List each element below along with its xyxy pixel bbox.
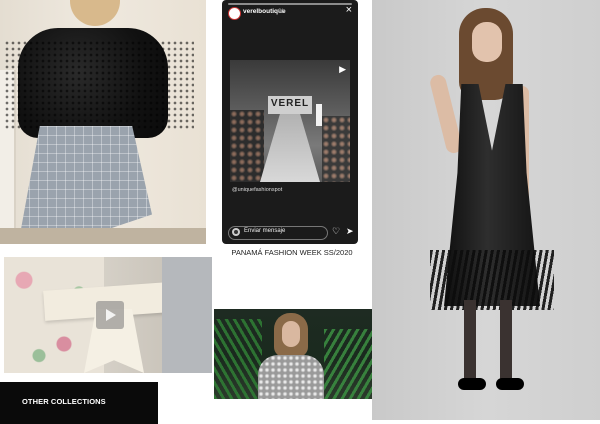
- black-heel-left: [458, 378, 486, 390]
- story-mention[interactable]: @uniquefashionspot: [232, 187, 282, 193]
- other-collections-button[interactable]: OTHER COLLECTIONS: [0, 382, 158, 424]
- runway-model-photo[interactable]: [214, 309, 372, 399]
- camera-icon[interactable]: [232, 228, 240, 236]
- model-face: [282, 321, 300, 347]
- model-face: [472, 22, 502, 62]
- runway-screen-text: VEREL: [270, 98, 310, 109]
- embroidered-fabric-video[interactable]: [4, 257, 212, 373]
- model-leg-left: [464, 300, 476, 382]
- lace-blouse-photo[interactable]: [0, 0, 206, 244]
- runway-screen: VEREL: [268, 96, 312, 114]
- story-reply-field[interactable]: Enviar mensaje: [228, 226, 328, 240]
- model-leg-right: [500, 300, 512, 382]
- story-time: 9h: [278, 8, 286, 15]
- black-heel-right: [496, 378, 524, 390]
- instagram-story-screenshot[interactable]: verelboutique 9h × VEREL ▶ @uniquefashio…: [222, 0, 358, 244]
- audience-right: [322, 116, 350, 182]
- lace-pattern: [4, 40, 194, 130]
- feather-fringe-hem: [430, 250, 554, 310]
- story-runway-video[interactable]: VEREL ▶: [230, 60, 350, 182]
- black-leather-dress-photo[interactable]: [372, 0, 600, 420]
- close-icon[interactable]: ×: [346, 5, 352, 16]
- audience-left: [230, 110, 264, 182]
- heart-icon[interactable]: ♡: [332, 226, 340, 237]
- sequin-top: [258, 355, 324, 399]
- send-icon[interactable]: ➤: [346, 226, 354, 237]
- grey-background: [162, 257, 212, 373]
- story-avatar[interactable]: [228, 7, 241, 20]
- story-reply-placeholder: Enviar mensaje: [244, 228, 286, 234]
- model-arm-raised: [428, 73, 464, 155]
- grey-check-skirt: [20, 126, 152, 244]
- palm-leaves-right: [324, 329, 372, 399]
- model-chin: [70, 0, 120, 26]
- floor: [0, 228, 206, 244]
- other-collections-label: OTHER COLLECTIONS: [22, 397, 106, 406]
- play-icon[interactable]: [96, 301, 124, 329]
- story-progress-bar: [228, 3, 352, 5]
- palm-leaves-left: [214, 319, 262, 399]
- runway-model: [316, 104, 322, 126]
- play-icon[interactable]: ▶: [339, 64, 346, 75]
- panama-fashion-week-caption: PANAMÁ FASHION WEEK SS/2020: [231, 248, 353, 257]
